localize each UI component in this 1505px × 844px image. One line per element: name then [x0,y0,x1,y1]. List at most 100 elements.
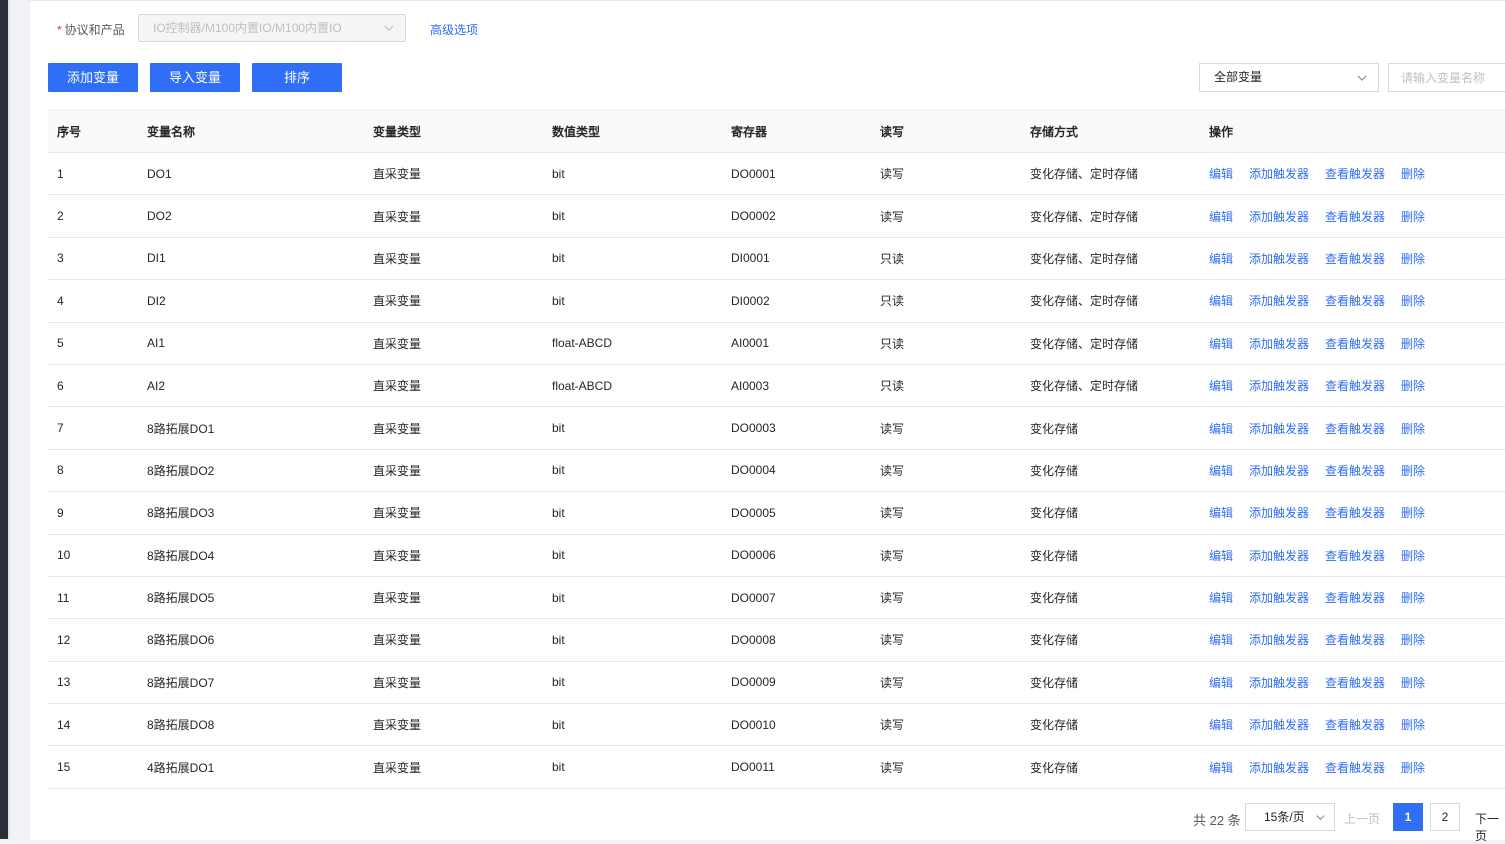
edit-link[interactable]: 编辑 [1209,506,1233,520]
add-trigger-link[interactable]: 添加触发器 [1249,379,1309,393]
cell-register: DO0007 [722,576,871,620]
edit-link[interactable]: 编辑 [1209,761,1233,775]
page-2-button[interactable]: 2 [1430,803,1460,831]
delete-link[interactable]: 删除 [1401,549,1425,563]
delete-link[interactable]: 删除 [1401,379,1425,393]
view-trigger-link[interactable]: 查看触发器 [1325,761,1385,775]
cell-register: AI0003 [722,364,871,408]
import-variable-button[interactable]: 导入变量 [150,63,240,92]
cell-index: 3 [48,237,138,281]
cell-var-type: 直采变量 [364,237,543,281]
edit-link[interactable]: 编辑 [1209,718,1233,732]
delete-link[interactable]: 删除 [1401,718,1425,732]
add-trigger-link[interactable]: 添加触发器 [1249,422,1309,436]
cell-rw: 读写 [871,449,1021,493]
sort-button[interactable]: 排序 [252,63,342,92]
prev-page-button[interactable]: 上一页 [1344,810,1380,827]
view-trigger-link[interactable]: 查看触发器 [1325,718,1385,732]
edit-link[interactable]: 编辑 [1209,676,1233,690]
col-header-var-type: 变量类型 [364,110,543,153]
cell-actions: 编辑 添加触发器 查看触发器 删除 [1200,406,1505,450]
col-header-value-type: 数值类型 [543,110,722,153]
cell-value-type: bit [543,491,722,535]
protocol-label: * 协议和产品 [57,21,125,38]
edit-link[interactable]: 编辑 [1209,337,1233,351]
variable-filter-select[interactable]: 全部变量 [1199,63,1379,92]
view-trigger-link[interactable]: 查看触发器 [1325,167,1385,181]
view-trigger-link[interactable]: 查看触发器 [1325,422,1385,436]
table-row: 5 AI1 直采变量 float-ABCD AI0001 只读 变化存储、定时存储 编辑 添加触… [48,322,1505,365]
edit-link[interactable]: 编辑 [1209,167,1233,181]
view-trigger-link[interactable]: 查看触发器 [1325,591,1385,605]
delete-link[interactable]: 删除 [1401,210,1425,224]
delete-link[interactable]: 删除 [1401,506,1425,520]
cell-index: 5 [48,322,138,365]
edit-link[interactable]: 编辑 [1209,464,1233,478]
edit-link[interactable]: 编辑 [1209,252,1233,266]
view-trigger-link[interactable]: 查看触发器 [1325,210,1385,224]
page-size-select[interactable]: 15条/页 [1245,803,1335,831]
view-trigger-link[interactable]: 查看触发器 [1325,337,1385,351]
cell-storage: 变化存储、定时存储 [1021,194,1200,238]
delete-link[interactable]: 删除 [1401,337,1425,351]
delete-link[interactable]: 删除 [1401,422,1425,436]
add-trigger-link[interactable]: 添加触发器 [1249,506,1309,520]
cell-actions: 编辑 添加触发器 查看触发器 删除 [1200,364,1505,408]
add-trigger-link[interactable]: 添加触发器 [1249,167,1309,181]
delete-link[interactable]: 删除 [1401,676,1425,690]
view-trigger-link[interactable]: 查看触发器 [1325,379,1385,393]
add-trigger-link[interactable]: 添加触发器 [1249,252,1309,266]
total-count: 共 22 条 [1193,813,1241,828]
add-trigger-link[interactable]: 添加触发器 [1249,761,1309,775]
edit-link[interactable]: 编辑 [1209,294,1233,308]
edit-link[interactable]: 编辑 [1209,591,1233,605]
delete-link[interactable]: 删除 [1401,591,1425,605]
add-trigger-link[interactable]: 添加触发器 [1249,676,1309,690]
cell-register: DO0005 [722,491,871,535]
cell-register: DO0009 [722,661,871,705]
view-trigger-link[interactable]: 查看触发器 [1325,252,1385,266]
edit-link[interactable]: 编辑 [1209,422,1233,436]
cell-register: DO0011 [722,745,871,789]
cell-storage: 变化存储 [1021,576,1200,620]
page-1-button[interactable]: 1 [1393,803,1423,831]
delete-link[interactable]: 删除 [1401,464,1425,478]
cell-value-type: float-ABCD [543,322,722,365]
delete-link[interactable]: 删除 [1401,167,1425,181]
view-trigger-link[interactable]: 查看触发器 [1325,549,1385,563]
edit-link[interactable]: 编辑 [1209,549,1233,563]
view-trigger-link[interactable]: 查看触发器 [1325,633,1385,647]
add-trigger-link[interactable]: 添加触发器 [1249,337,1309,351]
edit-link[interactable]: 编辑 [1209,633,1233,647]
cell-rw: 只读 [871,364,1021,408]
protocol-select[interactable]: IO控制器/M100内置IO/M100内置IO [138,14,406,42]
delete-link[interactable]: 删除 [1401,294,1425,308]
view-trigger-link[interactable]: 查看触发器 [1325,676,1385,690]
cell-rw: 只读 [871,279,1021,323]
advanced-options-link[interactable]: 高级选项 [430,21,478,38]
add-variable-button[interactable]: 添加变量 [48,63,138,92]
table-row: 7 8路拓展DO1 直采变量 bit DO0003 读写 变化存储 编辑 添加触发器 查看触发器 删… [48,406,1505,450]
view-trigger-link[interactable]: 查看触发器 [1325,294,1385,308]
cell-var-type: 直采变量 [364,745,543,789]
delete-link[interactable]: 删除 [1401,761,1425,775]
add-trigger-link[interactable]: 添加触发器 [1249,633,1309,647]
add-trigger-link[interactable]: 添加触发器 [1249,591,1309,605]
view-trigger-link[interactable]: 查看触发器 [1325,506,1385,520]
variable-filter-value: 全部变量 [1214,70,1263,84]
cell-value-type: bit [543,152,722,196]
variable-table: 序号 变量名称 变量类型 数值类型 寄存器 读写 存储方式 操作 1 DO1 直采变… [48,110,1505,789]
add-trigger-link[interactable]: 添加触发器 [1249,549,1309,563]
col-header-index: 序号 [48,110,138,153]
add-trigger-link[interactable]: 添加触发器 [1249,464,1309,478]
edit-link[interactable]: 编辑 [1209,379,1233,393]
add-trigger-link[interactable]: 添加触发器 [1249,718,1309,732]
delete-link[interactable]: 删除 [1401,633,1425,647]
variable-search-input[interactable] [1388,63,1505,92]
edit-link[interactable]: 编辑 [1209,210,1233,224]
delete-link[interactable]: 删除 [1401,252,1425,266]
add-trigger-link[interactable]: 添加触发器 [1249,294,1309,308]
add-trigger-link[interactable]: 添加触发器 [1249,210,1309,224]
view-trigger-link[interactable]: 查看触发器 [1325,464,1385,478]
table-row: 8 8路拓展DO2 直采变量 bit DO0004 读写 变化存储 编辑 添加触发器 查看触发器 删… [48,449,1505,493]
